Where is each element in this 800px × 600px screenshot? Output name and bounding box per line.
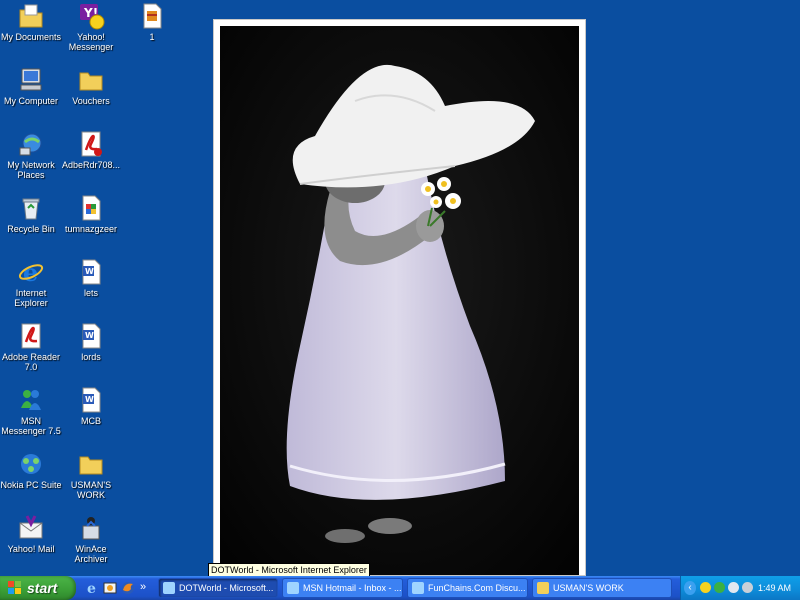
- word-document-icon: W: [77, 258, 105, 286]
- firefox-icon[interactable]: [120, 580, 136, 596]
- photo-image: [220, 26, 579, 575]
- desktop-icon-my-documents[interactable]: My Documents: [0, 2, 62, 42]
- desktop-icon-label: Nokia PC Suite: [0, 480, 62, 490]
- desktop-icon-label: Vouchers: [72, 96, 110, 106]
- adobe-reader-icon: [17, 322, 45, 350]
- desktop-icon-winace-archiver[interactable]: WinAce Archiver: [60, 514, 122, 564]
- desktop-icon-lords[interactable]: W lords: [60, 322, 122, 362]
- windows-flag-icon: [8, 581, 21, 594]
- photo-frame[interactable]: [213, 19, 586, 576]
- internet-explorer-icon: [412, 582, 424, 594]
- taskbar-button-label: DOTWorld - Microsoft...: [179, 583, 274, 593]
- network-tray-icon[interactable]: [728, 582, 739, 593]
- internet-explorer-icon: [163, 582, 175, 594]
- internet-explorer-icon: e: [17, 258, 45, 287]
- taskbar-button-label: MSN Hotmail - Inbox - ...: [303, 583, 402, 593]
- taskbar: start e » DOTWorld - Microsoft... MSN Ho…: [0, 576, 800, 600]
- start-button[interactable]: start: [0, 576, 76, 600]
- desktop-icon-label: Adobe Reader 7.0: [1, 352, 61, 372]
- desktop: My Documents My Computer My Network Plac…: [0, 0, 800, 578]
- word-document-icon: W: [77, 386, 105, 414]
- svg-text:e: e: [87, 581, 96, 596]
- folder-icon: [77, 450, 105, 478]
- desktop-icon-label: Yahoo! Messenger: [68, 32, 114, 52]
- svg-text:W: W: [85, 395, 94, 404]
- desktop-icon-adberdr708[interactable]: AdbeRdr708...: [60, 130, 122, 170]
- speaker-tray-icon[interactable]: [742, 582, 753, 593]
- internet-explorer-icon: [287, 582, 299, 594]
- desktop-icon-label: Recycle Bin: [7, 224, 55, 234]
- taskbar-button-usmans-work[interactable]: USMAN'S WORK: [532, 578, 672, 598]
- desktop-icon-yahoo-messenger[interactable]: Y! Yahoo! Messenger: [60, 2, 122, 52]
- desktop-icon-label: lets: [83, 288, 98, 298]
- desktop-icon-label: tumnazgzeer: [64, 224, 118, 234]
- desktop-icon-internet-explorer[interactable]: e Internet Explorer: [0, 258, 62, 308]
- clock[interactable]: 1:49 AM: [758, 576, 791, 600]
- desktop-icon-nokia-pc-suite[interactable]: Nokia PC Suite: [0, 450, 62, 490]
- quick-launch-expand[interactable]: »: [140, 580, 156, 596]
- msn-messenger-icon: [17, 386, 45, 414]
- desktop-icon-msn-messenger[interactable]: MSN Messenger 7.5: [0, 386, 62, 436]
- network-places-icon: [17, 130, 45, 158]
- folder-documents-icon: [17, 2, 45, 30]
- desktop-icon-label: AdbeRdr708...: [61, 160, 121, 170]
- desktop-icon-usmans-work[interactable]: USMAN'S WORK: [60, 450, 122, 500]
- desktop-icon-label: My Documents: [0, 32, 62, 42]
- desktop-icon-vouchers[interactable]: Vouchers: [60, 66, 122, 106]
- desktop-icon-my-network-places[interactable]: My Network Places: [0, 130, 62, 180]
- desktop-icon-label: WinAce Archiver: [74, 544, 108, 564]
- nokia-pc-suite-icon: [17, 450, 45, 478]
- yahoo-smiley-icon[interactable]: [700, 582, 711, 593]
- svg-text:W: W: [85, 267, 94, 276]
- desktop-icon-yahoo-mail[interactable]: Yahoo! Mail: [0, 514, 62, 554]
- svg-text:W: W: [85, 331, 94, 340]
- outlook-icon[interactable]: [102, 580, 118, 596]
- svg-text:e: e: [23, 258, 38, 286]
- desktop-icon-label: My Network Places: [7, 160, 55, 180]
- taskbar-button-label: USMAN'S WORK: [553, 583, 624, 593]
- desktop-icon-recycle-bin[interactable]: Recycle Bin: [0, 194, 62, 234]
- taskbar-button-label: FunChains.Com Discu...: [428, 583, 526, 593]
- desktop-icon-label: MCB: [81, 416, 101, 426]
- taskbar-button-dotworld[interactable]: DOTWorld - Microsoft...: [158, 578, 278, 598]
- desktop-icon-1[interactable]: 1: [121, 2, 183, 42]
- desktop-icon-lets[interactable]: W lets: [60, 258, 122, 298]
- start-label: start: [27, 580, 58, 596]
- yahoo-messenger-icon: Y!: [77, 2, 105, 30]
- yahoo-mail-icon: [17, 514, 45, 542]
- desktop-icon-mcb[interactable]: W MCB: [60, 386, 122, 426]
- msn-tray-icon[interactable]: [714, 582, 725, 593]
- desktop-icon-label: MSN Messenger 7.5: [1, 416, 61, 436]
- system-tray: ‹ 1:49 AM: [680, 576, 800, 600]
- desktop-icon-label: Internet Explorer: [14, 288, 48, 308]
- taskbar-button-funchains[interactable]: FunChains.Com Discu...: [407, 578, 528, 598]
- computer-icon: [17, 66, 45, 94]
- word-document-icon: W: [77, 322, 105, 350]
- desktop-icon-label: lords: [81, 352, 101, 362]
- folder-icon: [77, 66, 105, 94]
- desktop-icon-label: Yahoo! Mail: [7, 544, 55, 554]
- adobe-installer-icon: [77, 130, 105, 158]
- desktop-icon-adobe-reader[interactable]: Adobe Reader 7.0: [0, 322, 62, 372]
- desktop-icon-label: My Computer: [3, 96, 58, 106]
- taskbar-button-msn-hotmail[interactable]: MSN Hotmail - Inbox - ...: [282, 578, 403, 598]
- archive-file-icon: [138, 2, 166, 30]
- tray-collapse-button[interactable]: ‹: [684, 581, 696, 595]
- girl-in-hat-photo: [220, 26, 579, 575]
- desktop-icon-label: USMAN'S WORK: [70, 480, 112, 500]
- internet-explorer-icon[interactable]: e: [84, 580, 100, 597]
- desktop-icon-label: 1: [149, 32, 155, 42]
- winace-archiver-icon: [77, 514, 105, 542]
- recycle-bin-icon: [17, 194, 45, 222]
- desktop-icon-tumnazgzeer[interactable]: tumnazgzeer: [60, 194, 122, 234]
- folder-icon: [537, 582, 549, 594]
- image-file-icon: [77, 194, 105, 222]
- desktop-icon-my-computer[interactable]: My Computer: [0, 66, 62, 106]
